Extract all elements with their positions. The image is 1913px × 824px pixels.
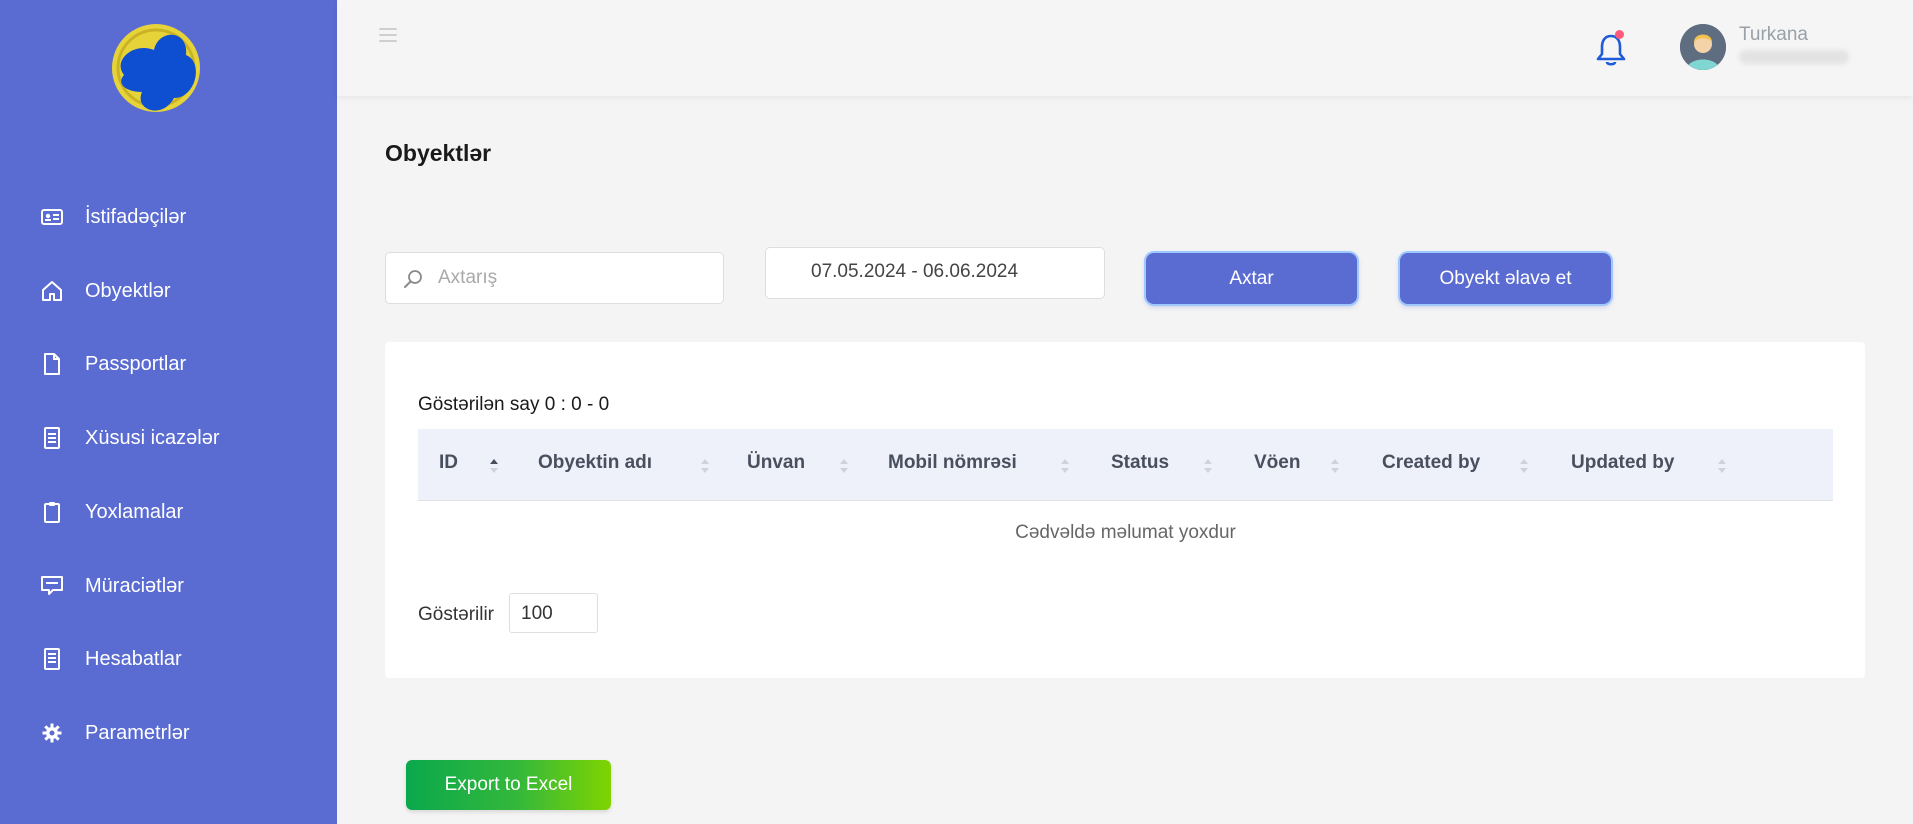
bell-icon[interactable]	[1595, 30, 1627, 68]
hamburger-icon[interactable]	[379, 28, 397, 44]
search-input[interactable]	[438, 263, 708, 293]
document-icon	[40, 352, 64, 376]
sidebar-item-label: Müraciətlər	[85, 574, 184, 597]
sidebar-item-label: Obyektlər	[85, 279, 171, 302]
per-page-value: 100	[521, 603, 553, 624]
column-header-object-name[interactable]: Obyektin adı	[538, 452, 652, 474]
sidebar-item-objects[interactable]: Obyektlər	[0, 263, 337, 319]
sort-icon[interactable]	[1717, 458, 1727, 474]
sidebar-item-label: Passportlar	[85, 352, 187, 375]
column-header-id[interactable]: ID	[439, 452, 458, 474]
sidebar-item-settings[interactable]: Parametrlər	[0, 705, 337, 761]
home-icon	[40, 279, 64, 303]
table-header: ID Obyektin adı Ünvan Mobil nömrəsi Stat…	[418, 429, 1833, 501]
export-excel-button[interactable]: Export to Excel	[406, 760, 611, 810]
sort-icon[interactable]	[1203, 458, 1213, 474]
date-range-picker[interactable]: 07.05.2024 - 06.06.2024	[765, 247, 1105, 299]
add-object-button[interactable]: Obyekt əlavə et	[1400, 253, 1611, 304]
id-card-icon	[40, 205, 64, 229]
column-header-status[interactable]: Status	[1111, 452, 1169, 474]
sort-icon[interactable]	[839, 458, 849, 474]
sidebar-item-applications[interactable]: Müraciətlər	[0, 558, 337, 614]
clipboard-icon	[40, 500, 64, 524]
sidebar-item-special-permits[interactable]: Xüsusi icazələr	[0, 410, 337, 466]
sort-icon[interactable]	[1330, 458, 1340, 474]
column-header-updated-by[interactable]: Updated by	[1571, 452, 1674, 474]
sidebar-item-users[interactable]: İstifadəçilər	[0, 189, 337, 245]
per-page-label: Göstərilir	[418, 604, 495, 625]
sidebar: İstifadəçilər Obyektlər Passportlar Xüsu…	[0, 0, 337, 824]
empty-table-message: Cədvəldə məlumat yoxdur	[1015, 522, 1236, 543]
notification-dot	[1615, 30, 1624, 39]
column-header-created-by[interactable]: Created by	[1382, 452, 1480, 474]
sidebar-item-label: İstifadəçilər	[85, 205, 187, 228]
sidebar-item-label: Parametrlər	[85, 721, 190, 744]
list-document-icon	[40, 426, 64, 450]
user-subtitle-blurred	[1739, 50, 1849, 64]
sidebar-item-label: Hesabatlar	[85, 647, 182, 670]
shown-count: Göstərilən say 0 : 0 - 0	[418, 394, 610, 415]
sort-icon[interactable]	[1060, 458, 1070, 474]
sidebar-item-inspections[interactable]: Yoxlamalar	[0, 484, 337, 540]
column-header-address[interactable]: Ünvan	[747, 452, 805, 474]
search-icon	[402, 268, 424, 290]
topbar: Turkana	[337, 0, 1913, 96]
sidebar-item-label: Xüsusi icazələr	[85, 426, 220, 449]
gear-icon	[40, 721, 64, 745]
column-header-mobile[interactable]: Mobil nömrəsi	[888, 452, 1017, 474]
sort-icon[interactable]	[1519, 458, 1529, 474]
search-field[interactable]	[385, 252, 724, 304]
page-title: Obyektlər	[385, 140, 492, 166]
sort-asc-icon[interactable]	[489, 458, 499, 474]
per-page-input[interactable]: 100	[509, 593, 598, 633]
avatar[interactable]	[1680, 24, 1726, 70]
sidebar-item-reports[interactable]: Hesabatlar	[0, 631, 337, 687]
date-range-value: 07.05.2024 - 06.06.2024	[811, 261, 1019, 282]
logo[interactable]	[104, 20, 212, 120]
sort-icon[interactable]	[700, 458, 710, 474]
objects-table-card: Göstərilən say 0 : 0 - 0 ID Obyektin adı…	[385, 342, 1865, 678]
report-icon	[40, 647, 64, 671]
column-header-voen[interactable]: Vöen	[1254, 452, 1300, 474]
sidebar-item-passports[interactable]: Passportlar	[0, 336, 337, 392]
user-name: Turkana	[1739, 24, 1808, 45]
search-button[interactable]: Axtar	[1146, 253, 1357, 304]
message-icon	[40, 574, 64, 598]
sidebar-item-label: Yoxlamalar	[85, 500, 184, 523]
